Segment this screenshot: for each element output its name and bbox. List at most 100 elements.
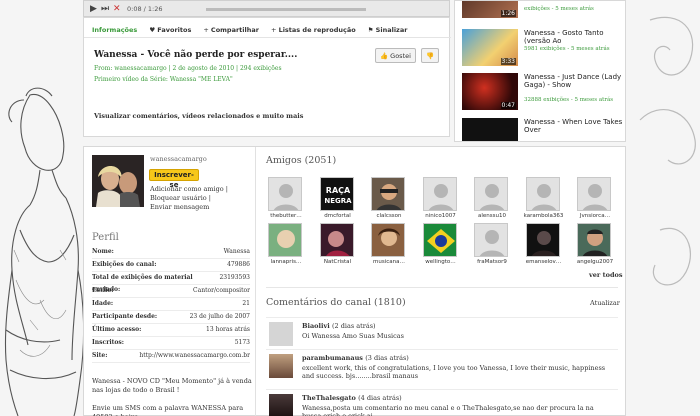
send-message-link[interactable]: Enviar mensagem [150, 203, 228, 212]
channel-actions: Adicionar como amigo | Bloquear usuário … [150, 185, 228, 212]
comment: Biaolivi (2 dias atrás) Oi Wanessa Amo S… [266, 317, 618, 347]
commenter-avatar[interactable] [269, 354, 293, 378]
friend-item[interactable]: alenssu10 [474, 177, 510, 222]
friend-name[interactable]: thebutter… [264, 213, 308, 219]
video-tabs: Informações ♥ Favoritos + Compartilhar +… [92, 26, 417, 34]
friend-name[interactable]: clalcsson [367, 213, 411, 219]
video-thumbnail[interactable]: 0:47 [462, 73, 518, 110]
video-thumbnail[interactable]: 3:33 [462, 29, 518, 66]
thumb-up-icon: 👍 [380, 52, 389, 60]
comment-text: Wanessa,posta um comentario no meu canal… [302, 404, 594, 416]
related-video[interactable]: 0:47 Wanessa - Just Dance (Lady Gaga) - … [462, 73, 624, 113]
friend-avatar[interactable] [268, 177, 302, 211]
friend-item[interactable]: fraMatsor9 [474, 223, 510, 268]
channel-avatar[interactable] [92, 155, 144, 207]
see-all-friends-link[interactable]: ver todos [589, 271, 622, 279]
friend-item[interactable]: clalcsson [371, 177, 407, 222]
tab-playlists[interactable]: + Listas de reprodução [271, 26, 356, 34]
commenter-avatar[interactable] [269, 322, 293, 346]
friend-name[interactable]: lannapris… [264, 259, 308, 265]
friend-item[interactable]: karambola363 [524, 177, 563, 222]
related-video[interactable]: 3:33 Wanessa - Gosto Tanto (versão Ao 59… [462, 29, 624, 69]
friend-item[interactable]: NatCristal [319, 223, 356, 268]
dislike-button[interactable]: 👎 [421, 48, 439, 63]
profile-field-label: Estilo: [92, 287, 114, 294]
comment-text: excellent work, this of congratulations,… [302, 364, 606, 380]
video-thumbnail[interactable] [462, 118, 518, 141]
thumb-down-icon: 👎 [426, 52, 435, 60]
profile-heading: Perfil [92, 232, 119, 243]
profile-row: Exibições do canal: 479886 [92, 259, 250, 272]
related-video[interactable]: 1:26 exibições - 5 meses atrás [462, 1, 624, 21]
block-user-link[interactable]: Bloquear usuário | [150, 194, 228, 203]
friend-avatar[interactable] [319, 223, 354, 257]
friend-item[interactable]: emanselov… [525, 223, 562, 268]
friend-name[interactable]: angelgu2007 [573, 259, 617, 265]
friend-name[interactable]: Jvnsiorca… [573, 213, 617, 219]
friend-avatar[interactable] [577, 223, 611, 257]
tab-info[interactable]: Informações [92, 26, 137, 34]
friend-avatar[interactable] [422, 223, 457, 257]
channel-username[interactable]: wanessacamargo [150, 155, 207, 163]
friend-name[interactable]: alenssu10 [470, 213, 514, 219]
profile-field-label: Idade: [92, 300, 114, 307]
related-video[interactable]: Wanessa - When Love Takes Over [462, 118, 624, 141]
mute-icon[interactable]: ✕ [113, 4, 121, 14]
video-thumbnail[interactable]: 1:26 [462, 1, 518, 18]
next-icon[interactable]: ⏭ [101, 4, 109, 14]
friend-name[interactable]: dmcfortal [316, 213, 360, 219]
profile-row: Idade: 21 [92, 298, 250, 311]
tab-favorites[interactable]: ♥ Favoritos [149, 26, 191, 34]
profile-field-label: Participante desde: [92, 313, 158, 320]
friend-avatar[interactable] [422, 177, 457, 211]
profile-row: Nome: Wanessa [92, 246, 250, 259]
video-series[interactable]: Primeiro vídeo da Série: Wanessa "ME LEV… [94, 76, 233, 83]
friend-name[interactable]: fraMatsor9 [470, 259, 514, 265]
profile-field-value: http://www.wanessacamargo.com.br [139, 352, 250, 359]
subscribe-button[interactable]: Inscrever-se [149, 169, 199, 189]
progress-bar[interactable] [206, 8, 366, 11]
friend-avatar[interactable] [371, 177, 405, 211]
friend-item[interactable]: lannapris… [268, 223, 304, 268]
friend-name[interactable]: wellingto… [419, 259, 463, 265]
friend-item[interactable]: ninico1007 [422, 177, 459, 222]
friend-name[interactable]: musicana… [367, 259, 411, 265]
refresh-comments-link[interactable]: Atualizar [590, 299, 620, 307]
friend-name[interactable]: NatCristal [316, 259, 360, 265]
friends-heading: Amigos (2051) [266, 155, 337, 166]
comment-text: Oi Wanessa Amo Suas Musicas [302, 332, 404, 340]
add-friend-link[interactable]: Adicionar como amigo | [150, 185, 228, 194]
friend-avatar[interactable] [474, 223, 508, 257]
friend-avatar[interactable] [525, 177, 560, 211]
tab-flag[interactable]: ⚑ Sinalizar [368, 26, 408, 34]
tab-share[interactable]: + Compartilhar [203, 26, 259, 34]
friend-item[interactable]: wellingto… [422, 223, 459, 268]
profile-field-value: 21 [242, 300, 250, 307]
friend-avatar[interactable] [268, 223, 302, 257]
friend-item[interactable]: RAÇA NEGRA dmcfortal [319, 177, 356, 222]
friend-name[interactable]: emanselov… [522, 259, 566, 265]
friend-avatar[interactable] [371, 223, 405, 257]
profile-row: Inscritos: 5173 [92, 337, 250, 350]
comment-author[interactable]: parambumanaus (3 dias atrás) [302, 354, 409, 362]
channel-panel: wanessacamargo Inscrever-se Adicionar co… [83, 146, 626, 416]
view-more-link[interactable]: Visualizar comentários, vídeos relaciona… [94, 112, 303, 120]
friend-avatar[interactable]: RAÇA NEGRA [319, 177, 354, 211]
friend-item[interactable]: thebutter… [268, 177, 304, 222]
friend-item[interactable]: Jvnsiorca… [577, 177, 613, 222]
friend-avatar[interactable] [577, 177, 611, 211]
comment-author[interactable]: TheThalesgato (4 dias atrás) [302, 394, 402, 402]
friend-name[interactable]: karambola363 [522, 213, 566, 219]
like-button[interactable]: 👍 Gostei [375, 48, 416, 63]
comment-author[interactable]: Biaolivi (2 dias atrás) [302, 322, 376, 330]
profile-row: Total de exibições do material enviado: 2… [92, 272, 250, 293]
profile-field-value: Wanessa [223, 248, 250, 255]
friend-item[interactable]: musicana… [371, 223, 407, 268]
friend-name[interactable]: ninico1007 [419, 213, 463, 219]
friend-item[interactable]: angelgu2007 [577, 223, 613, 268]
commenter-avatar[interactable] [269, 394, 293, 416]
play-icon[interactable]: ▶ [90, 4, 97, 14]
friend-avatar[interactable] [474, 177, 508, 211]
video-title: Wanessa - Você não perde por esperar.... [94, 50, 298, 60]
friend-avatar[interactable] [525, 223, 560, 257]
